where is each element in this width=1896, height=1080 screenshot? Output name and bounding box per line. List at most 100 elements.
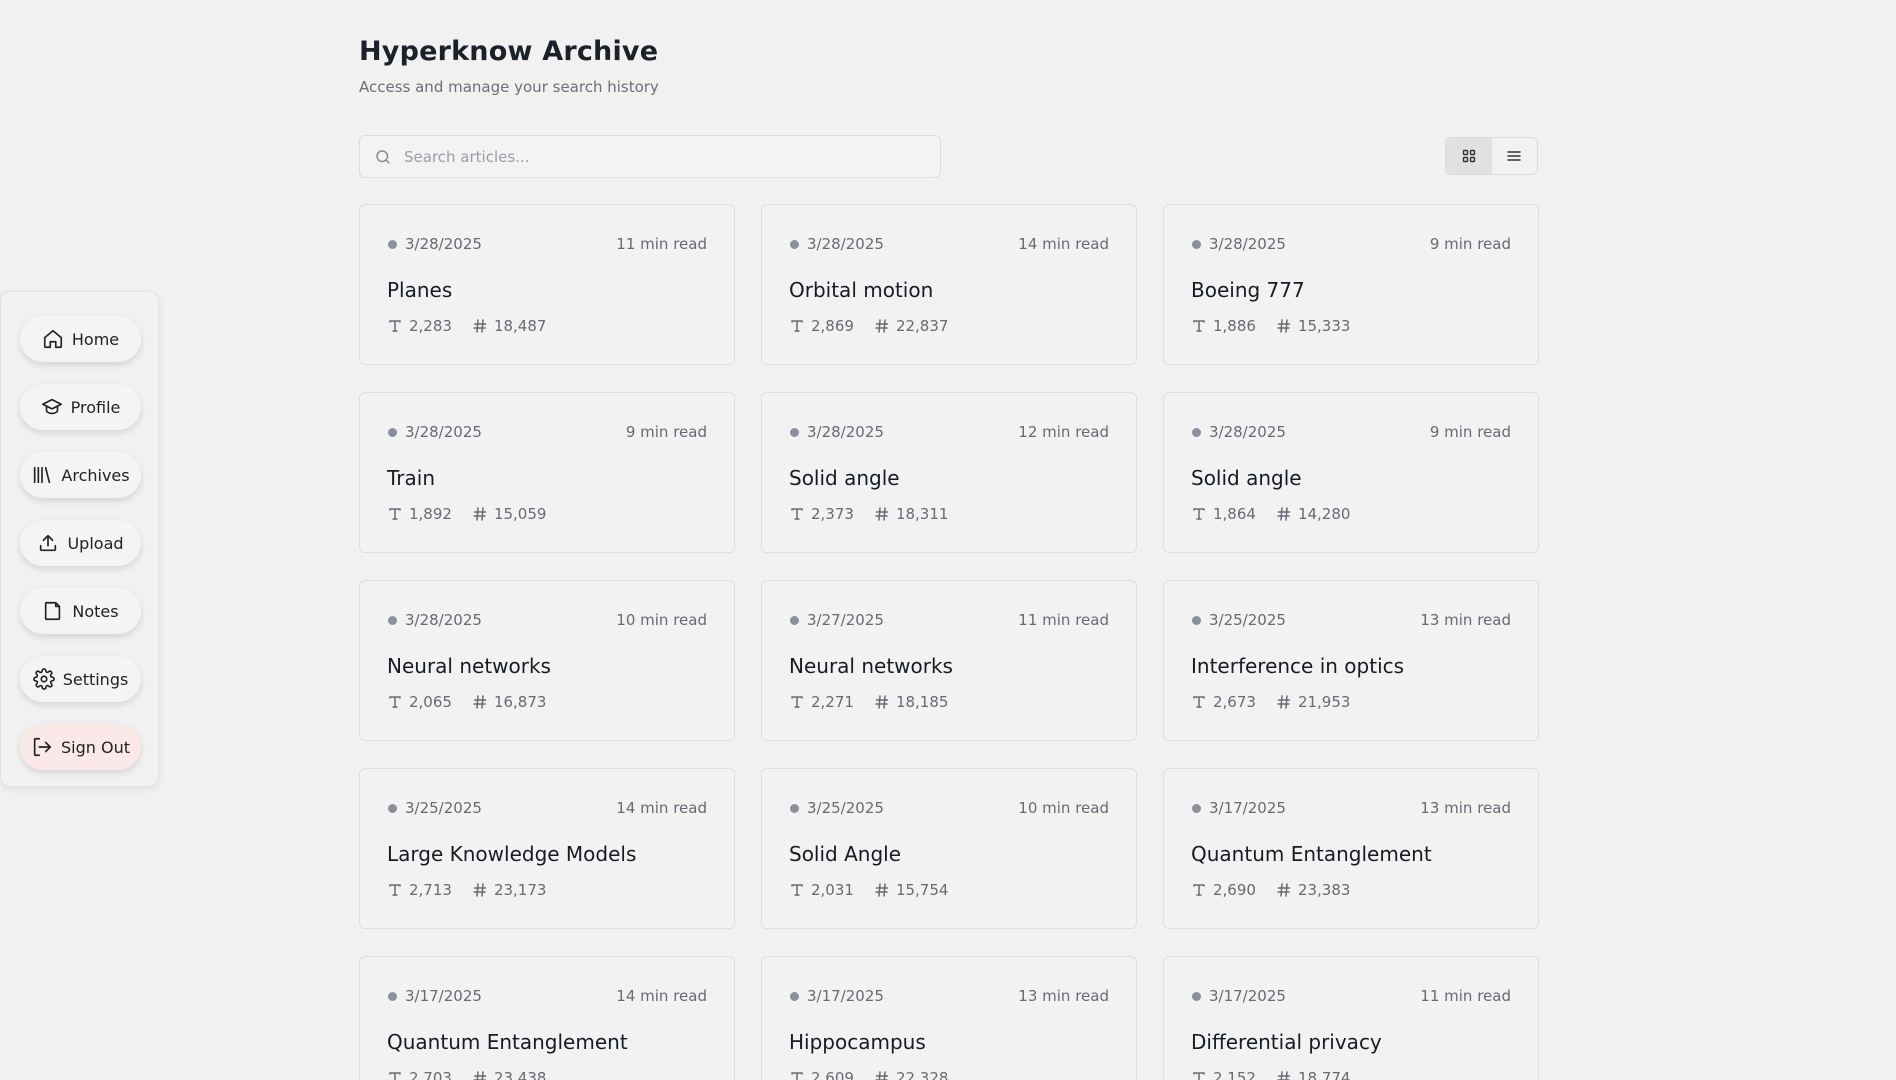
sign-out-button[interactable]: Sign Out (20, 724, 141, 770)
article-title: Interference in optics (1191, 654, 1405, 678)
article-card[interactable]: 3/17/2025 11 min read Differential priva… (1163, 956, 1539, 1080)
sidebar-item-label: Sign Out (61, 737, 130, 757)
library-icon (34, 466, 51, 484)
article-title: Solid Angle (789, 842, 902, 866)
article-title: Quantum Entanglement (1191, 842, 1432, 866)
text-icon (791, 1072, 803, 1080)
article-date: 3/27/2025 (807, 611, 884, 629)
gear-icon (32, 668, 55, 690)
sidebar-item-notes[interactable]: Notes (20, 588, 141, 634)
hash-icon (875, 1071, 889, 1080)
hash-icon (875, 883, 889, 897)
word-count-value: 2,031 (811, 881, 854, 899)
token-count: 22,328 (874, 1069, 948, 1080)
article-card[interactable]: 3/28/2025 14 min read Orbital motion 2,8… (761, 204, 1137, 365)
status-dot (388, 240, 397, 249)
hash-icon (1277, 1071, 1291, 1080)
text-icon (791, 884, 803, 896)
grid-view-button[interactable] (1446, 138, 1492, 174)
article-card[interactable]: 3/28/2025 9 min read Train 1,892 15,059 (359, 392, 735, 553)
token-count: 21,953 (1276, 693, 1350, 711)
sidebar-item-settings[interactable]: Settings (20, 656, 141, 702)
article-card[interactable]: 3/25/2025 13 min read Interference in op… (1163, 580, 1539, 741)
article-date: 3/28/2025 (405, 423, 482, 441)
text-icon (389, 508, 401, 520)
article-stats: 2,271 18,185 (789, 693, 968, 711)
article-card[interactable]: 3/25/2025 10 min read Solid Angle 2,031 … (761, 768, 1137, 929)
token-count: 15,754 (874, 881, 949, 899)
sidebar-item-upload[interactable]: Upload (20, 520, 141, 566)
sidebar-item-label: Upload (67, 533, 124, 553)
article-stats: 2,065 16,873 (387, 693, 566, 711)
article-stats: 2,703 23,438 (387, 1069, 566, 1080)
status-dot (388, 992, 397, 1001)
hash-icon (473, 883, 487, 897)
token-count-value: 23,438 (493, 1069, 547, 1080)
token-count: 18,774 (1276, 1069, 1351, 1080)
page-title: Hyperknow Archive (359, 36, 659, 67)
sidebar-item-label: Home (71, 329, 120, 349)
article-date: 3/25/2025 (405, 799, 482, 817)
article-card[interactable]: 3/25/2025 14 min read Large Knowledge Mo… (359, 768, 735, 929)
word-count: 2,609 (789, 1069, 854, 1080)
article-title: Neural networks (387, 654, 551, 678)
article-card[interactable]: 3/17/2025 13 min read Hippocampus 2,609 … (761, 956, 1137, 1080)
article-card[interactable]: 3/27/2025 11 min read Neural networks 2,… (761, 580, 1137, 741)
word-count-value: 2,673 (1213, 693, 1256, 711)
token-count-value: 22,837 (895, 317, 949, 335)
text-icon (1193, 508, 1205, 520)
article-title: Planes (387, 278, 453, 302)
read-time: 14 min read (616, 799, 707, 817)
read-time: 10 min read (616, 611, 707, 629)
token-count: 18,487 (472, 317, 546, 335)
word-count: 2,152 (1191, 1069, 1256, 1080)
search-bar[interactable] (359, 135, 941, 178)
hash-icon (473, 695, 487, 709)
word-count: 2,703 (387, 1069, 452, 1080)
grid-icon (1462, 149, 1475, 163)
status-dot (790, 804, 799, 813)
article-card[interactable]: 3/17/2025 13 min read Quantum Entangleme… (1163, 768, 1539, 929)
article-title: Hippocampus (789, 1030, 926, 1054)
article-title: Boeing 777 (1191, 278, 1305, 302)
word-count: 2,283 (387, 317, 452, 335)
article-title: Neural networks (789, 654, 953, 678)
sidebar: Home Profile Archives Upload Notes Setti… (0, 291, 159, 787)
text-icon (1193, 320, 1205, 332)
sidebar-item-home[interactable]: Home (20, 316, 141, 362)
article-title: Solid angle (1191, 466, 1302, 490)
sidebar-item-label: Settings (62, 669, 129, 689)
word-count: 2,373 (789, 505, 854, 523)
hash-icon (1277, 883, 1291, 897)
article-date: 3/25/2025 (1209, 611, 1286, 629)
word-count: 1,892 (387, 505, 452, 523)
sidebar-item-profile[interactable]: Profile (20, 384, 141, 430)
article-card[interactable]: 3/28/2025 11 min read Planes 2,283 18,48… (359, 204, 735, 365)
article-card[interactable]: 3/17/2025 14 min read Quantum Entangleme… (359, 956, 735, 1080)
article-stats: 1,864 14,280 (1191, 505, 1370, 523)
status-dot (388, 804, 397, 813)
article-card[interactable]: 3/28/2025 9 min read Solid angle 1,864 1… (1163, 392, 1539, 553)
text-icon (389, 884, 401, 896)
read-time: 13 min read (1420, 799, 1511, 817)
search-input[interactable] (404, 147, 924, 166)
word-count-value: 2,271 (811, 693, 854, 711)
sidebar-item-label: Notes (72, 601, 119, 621)
article-card[interactable]: 3/28/2025 12 min read Solid angle 2,373 … (761, 392, 1137, 553)
word-count: 2,869 (789, 317, 854, 335)
read-time: 14 min read (1018, 235, 1109, 253)
list-view-button[interactable] (1492, 138, 1538, 174)
token-count-value: 15,754 (895, 881, 949, 899)
article-card[interactable]: 3/28/2025 9 min read Boeing 777 1,886 15… (1163, 204, 1539, 365)
home-icon (43, 329, 62, 349)
token-count-value: 18,774 (1297, 1069, 1351, 1080)
text-icon (791, 320, 803, 332)
sidebar-item-archives[interactable]: Archives (20, 452, 141, 498)
word-count-value: 2,713 (409, 881, 452, 899)
status-dot (1192, 428, 1201, 437)
word-count: 2,271 (789, 693, 854, 711)
read-time: 12 min read (1018, 423, 1109, 441)
article-stats: 2,283 18,487 (387, 317, 566, 335)
token-count: 23,383 (1276, 881, 1350, 899)
article-card[interactable]: 3/28/2025 10 min read Neural networks 2,… (359, 580, 735, 741)
